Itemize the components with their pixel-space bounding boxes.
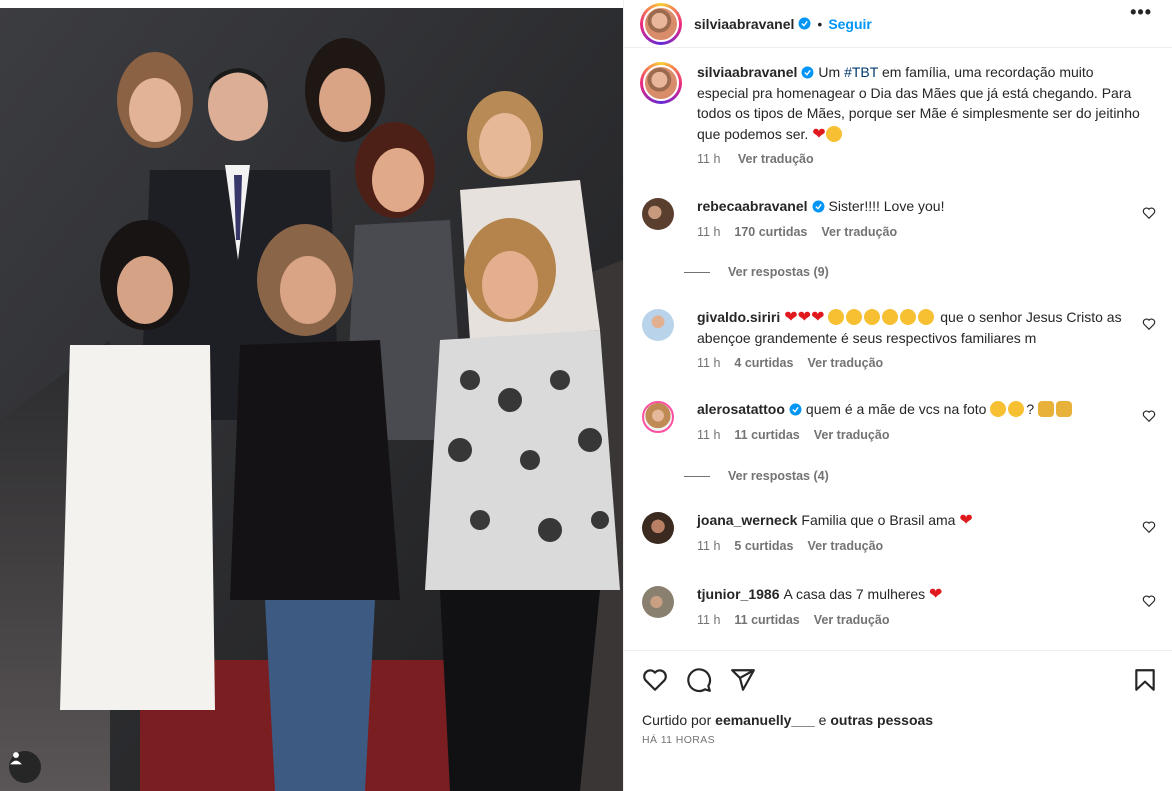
replies-line [684,475,710,477]
comment-text-question: ? [1026,401,1035,417]
liked-by: Curtido por eemanuelly___ e outras pesso… [642,712,933,728]
comment-time: 11 h [697,224,721,239]
comment-translate-link[interactable]: Ver tradução [807,539,883,553]
view-replies-button[interactable]: Ver respostas (9) [684,265,829,279]
author-avatar[interactable] [640,2,682,45]
commenter-avatar[interactable] [640,510,676,546]
like-comment-heart-icon[interactable] [1142,520,1156,534]
author-avatar[interactable] [640,62,682,104]
comment-username[interactable]: givaldo.siriri [697,309,780,325]
commenter-avatar[interactable] [640,307,676,343]
caption-translate-link[interactable]: Ver tradução [738,152,814,166]
comment-translate-link[interactable]: Ver tradução [821,225,897,239]
comment-text: Familia que o Brasil ama [801,512,956,528]
heart-eyes-emoji [1008,401,1025,417]
author-username[interactable]: silviaabravanel [694,16,794,32]
caption-text: silviaabravanel Um #TBT em família, uma r… [697,62,1146,144]
view-replies-button[interactable]: Ver respostas (4) [684,469,829,483]
heart-eyes-emoji [846,309,863,325]
comment-time: 11 h [697,612,721,627]
separator-dot: • [817,15,823,32]
heart-icon[interactable] [642,667,668,693]
caption-username[interactable]: silviaabravanel [697,64,797,80]
comment-likes[interactable]: 4 curtidas [734,356,793,370]
post-header: silviaabravanel • Seguir ••• [624,0,1172,48]
comment-time: 11 h [697,427,721,442]
comment-time: 11 h [697,538,721,553]
comment-likes[interactable]: 11 curtidas [734,613,799,627]
replies-line [684,271,710,273]
clap-emoji [1038,401,1055,417]
heart-eyes-emoji [864,309,881,325]
comment-translate-link[interactable]: Ver tradução [814,428,890,442]
user-tag-icon[interactable] [9,751,41,783]
heart-emoji: ❤ [959,512,973,529]
hashtag-link[interactable]: #TBT [844,64,878,80]
heart-eyes-emoji [828,309,845,325]
comment-likes[interactable]: 170 curtidas [734,225,807,239]
heart-emoji: ❤ [812,125,826,143]
caption-meta: 11 h Ver tradução [697,152,1146,166]
comments-list[interactable]: silviaabravanel Um #TBT em família, uma r… [624,60,1172,650]
smiling-emoji [825,125,842,142]
comment-icon[interactable] [686,667,712,693]
commenter-avatar[interactable] [640,584,676,620]
verified-icon [789,403,802,416]
comment-username[interactable]: joana_werneck [697,512,797,528]
post-timestamp[interactable]: HÁ 11 HORAS [642,734,715,746]
comment-text: Sister!!!! Love you! [828,198,945,214]
more-icon[interactable]: ••• [1130,2,1152,23]
replies-label: Ver respostas (9) [728,265,829,279]
comment-likes[interactable]: 5 curtidas [734,539,793,553]
comment-username[interactable]: alerosatattoo [697,401,785,417]
caption-time: 11 h [697,152,721,166]
heart-eyes-emoji [900,309,917,325]
heart-eyes-emoji [882,309,899,325]
post-actions: Curtido por eemanuelly___ e outras pesso… [624,650,1172,791]
family-photo-illustration [0,0,623,791]
verified-icon [798,17,811,30]
comment-translate-link[interactable]: Ver tradução [807,356,883,370]
heart-eyes-emoji [918,309,935,325]
post-side-panel: silviaabravanel • Seguir ••• silviaabrav… [623,0,1172,791]
share-icon[interactable] [730,667,756,693]
comment-translate-link[interactable]: Ver tradução [814,613,890,627]
comment-time: 11 h [697,356,721,370]
liked-by-others-link[interactable]: outras pessoas [830,712,933,728]
liked-by-user-link[interactable]: eemanuelly___ [715,712,815,728]
commenter-avatar[interactable] [640,196,676,232]
clap-emoji [1056,401,1073,417]
comment-likes[interactable]: 11 curtidas [734,428,799,442]
liked-by-prefix: Curtido por [642,712,716,728]
like-comment-heart-icon[interactable] [1142,206,1156,220]
comment-text: A casa das 7 mulheres [783,586,926,602]
heart-emoji: ❤❤❤ [784,309,825,326]
comment-username[interactable]: rebecaabravanel [697,198,808,214]
commenter-avatar[interactable] [640,399,676,435]
verified-icon [812,200,824,213]
post-photo[interactable] [0,0,623,791]
save-icon[interactable] [1132,667,1158,693]
comment-text: quem é a mãe de vcs na foto [805,401,987,417]
caption-prefix: Um [818,64,845,80]
follow-button[interactable]: Seguir [828,16,872,32]
like-comment-heart-icon[interactable] [1142,594,1156,608]
like-comment-heart-icon[interactable] [1142,409,1156,423]
comment-username[interactable]: tjunior_1986 [697,586,779,602]
verified-icon [801,66,814,79]
replies-label: Ver respostas (4) [728,469,829,483]
like-comment-heart-icon[interactable] [1142,317,1156,331]
heart-emoji: ❤ [929,586,943,603]
liked-by-and: e [814,712,831,728]
wink-emoji [990,401,1007,417]
